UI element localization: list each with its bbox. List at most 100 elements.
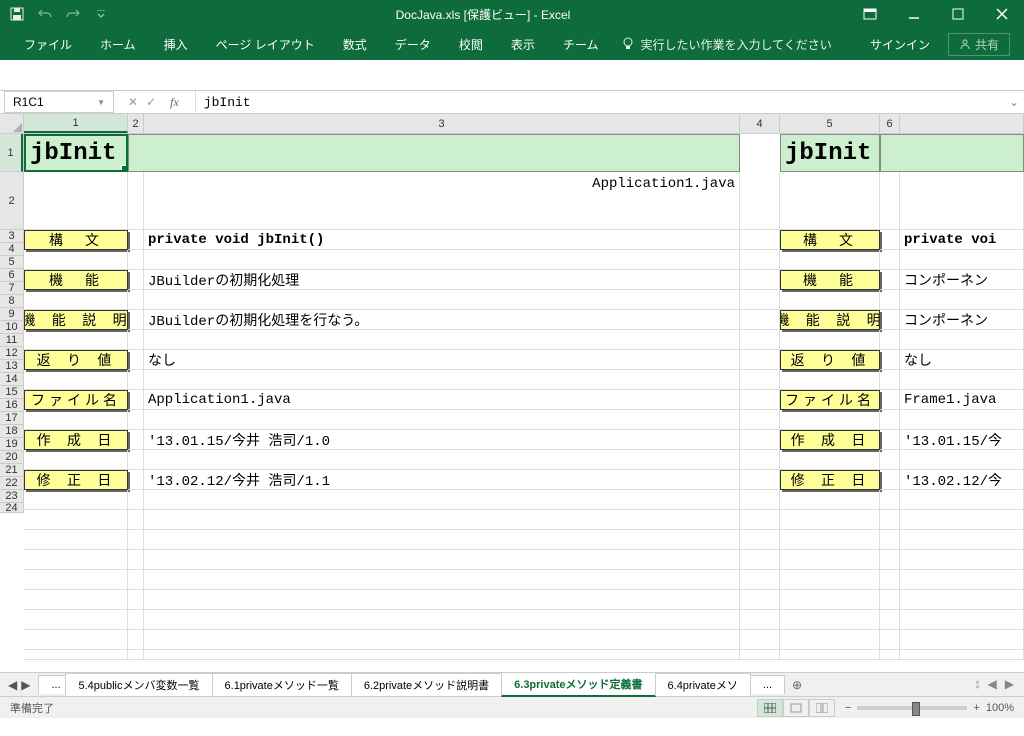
cell[interactable] <box>144 630 740 650</box>
col-header-3[interactable]: 3 <box>144 114 740 133</box>
cell[interactable] <box>144 530 740 550</box>
label-modified-2[interactable]: 修 正 日 <box>780 470 880 490</box>
cell[interactable] <box>740 390 780 410</box>
cell[interactable] <box>740 650 780 660</box>
cell[interactable] <box>780 250 880 270</box>
label-created-2[interactable]: 作 成 日 <box>780 430 880 450</box>
cell[interactable] <box>144 250 740 270</box>
sheet-tab[interactable]: 6.4privateメソ <box>655 673 751 696</box>
col-header-4[interactable]: 4 <box>740 114 780 133</box>
save-icon[interactable] <box>8 5 26 23</box>
cell[interactable] <box>24 650 128 660</box>
row-header[interactable]: 22 <box>0 477 23 490</box>
col-header-2[interactable]: 2 <box>128 114 144 133</box>
label-desc-2[interactable]: 機 能 説 明 <box>780 310 880 330</box>
label-desc[interactable]: 機 能 説 明 <box>24 310 128 330</box>
cell[interactable] <box>880 490 900 510</box>
zoom-level[interactable]: 100% <box>986 702 1014 714</box>
label-syntax[interactable]: 構 文 <box>24 230 128 250</box>
cell[interactable] <box>144 650 740 660</box>
row-header[interactable]: 17 <box>0 412 23 425</box>
row-header[interactable]: 12 <box>0 347 23 360</box>
cell[interactable] <box>144 330 740 350</box>
label-filename-2[interactable]: ファイル名 <box>780 390 880 410</box>
cell[interactable] <box>24 330 128 350</box>
row-header[interactable]: 24 <box>0 503 23 513</box>
value-modified[interactable]: '13.02.12/今井 浩司/1.1 <box>144 470 740 490</box>
row-header[interactable]: 3 <box>0 230 23 243</box>
undo-icon[interactable] <box>36 5 54 23</box>
cell[interactable] <box>740 530 780 550</box>
cell[interactable] <box>740 550 780 570</box>
cell[interactable] <box>740 290 780 310</box>
cell[interactable] <box>740 230 780 250</box>
cancel-icon[interactable]: ✕ <box>128 95 138 109</box>
add-sheet-icon[interactable]: ⊕ <box>784 678 810 692</box>
cell[interactable] <box>24 250 128 270</box>
cell[interactable] <box>24 450 128 470</box>
tab-view[interactable]: 表示 <box>497 28 549 60</box>
cell-r1-merged[interactable] <box>128 134 740 172</box>
cell[interactable] <box>740 490 780 510</box>
cell[interactable] <box>740 330 780 350</box>
cell[interactable] <box>900 490 1024 510</box>
sheet-tab-ellipsis2[interactable]: ... <box>750 675 785 694</box>
sheet-tab[interactable]: 6.1privateメソッド一覧 <box>212 673 352 696</box>
cell[interactable] <box>880 230 900 250</box>
cell[interactable] <box>780 590 880 610</box>
hscroll-left-icon[interactable]: ⦂ <box>972 677 984 692</box>
cell[interactable] <box>144 510 740 530</box>
row-header[interactable]: 13 <box>0 360 23 373</box>
row-header[interactable]: 21 <box>0 464 23 477</box>
row-header[interactable]: 11 <box>0 334 23 347</box>
name-box[interactable]: R1C1 ▼ <box>4 91 114 113</box>
tab-insert[interactable]: 挿入 <box>150 28 202 60</box>
cell[interactable] <box>740 270 780 290</box>
tab-data[interactable]: データ <box>381 28 445 60</box>
cell[interactable] <box>740 172 780 230</box>
cell[interactable] <box>128 630 144 650</box>
cell[interactable] <box>128 330 144 350</box>
label-function[interactable]: 機 能 <box>24 270 128 290</box>
cell[interactable] <box>24 610 128 630</box>
signin-link[interactable]: サインイン <box>856 36 944 53</box>
cell[interactable] <box>880 450 900 470</box>
cell[interactable] <box>900 330 1024 350</box>
cell[interactable] <box>128 430 144 450</box>
cell[interactable] <box>880 510 900 530</box>
cell[interactable] <box>128 610 144 630</box>
label-created[interactable]: 作 成 日 <box>24 430 128 450</box>
chevron-down-icon[interactable]: ▼ <box>97 98 105 107</box>
cell[interactable] <box>24 370 128 390</box>
cell[interactable] <box>144 290 740 310</box>
cell[interactable] <box>144 410 740 430</box>
value-filename[interactable]: Application1.java <box>144 390 740 410</box>
view-normal-icon[interactable] <box>757 699 783 717</box>
cell[interactable] <box>128 290 144 310</box>
label-return-2[interactable]: 返 り 値 <box>780 350 880 370</box>
cell[interactable] <box>128 450 144 470</box>
row-header-1[interactable]: 1 <box>0 134 23 172</box>
zoom-out-icon[interactable]: − <box>845 702 851 714</box>
cell[interactable] <box>128 390 144 410</box>
cell[interactable] <box>24 590 128 610</box>
cell[interactable] <box>780 410 880 430</box>
cell[interactable] <box>128 490 144 510</box>
cell[interactable] <box>740 590 780 610</box>
fx-icon[interactable]: fx <box>164 95 185 110</box>
cell[interactable] <box>780 610 880 630</box>
col-header-1[interactable]: 1 <box>24 114 128 133</box>
value-return[interactable]: なし <box>144 350 740 370</box>
tab-home[interactable]: ホーム <box>86 28 150 60</box>
cell[interactable] <box>128 570 144 590</box>
cell[interactable] <box>780 290 880 310</box>
cell[interactable] <box>900 630 1024 650</box>
row-header[interactable]: 14 <box>0 373 23 386</box>
cell[interactable] <box>128 550 144 570</box>
col-header-blank[interactable] <box>900 114 1024 133</box>
row-header[interactable]: 8 <box>0 295 23 308</box>
cell[interactable] <box>24 510 128 530</box>
cell-r1-merged2[interactable] <box>880 134 1024 172</box>
tab-pagelayout[interactable]: ページ レイアウト <box>202 28 329 60</box>
cell[interactable] <box>144 590 740 610</box>
